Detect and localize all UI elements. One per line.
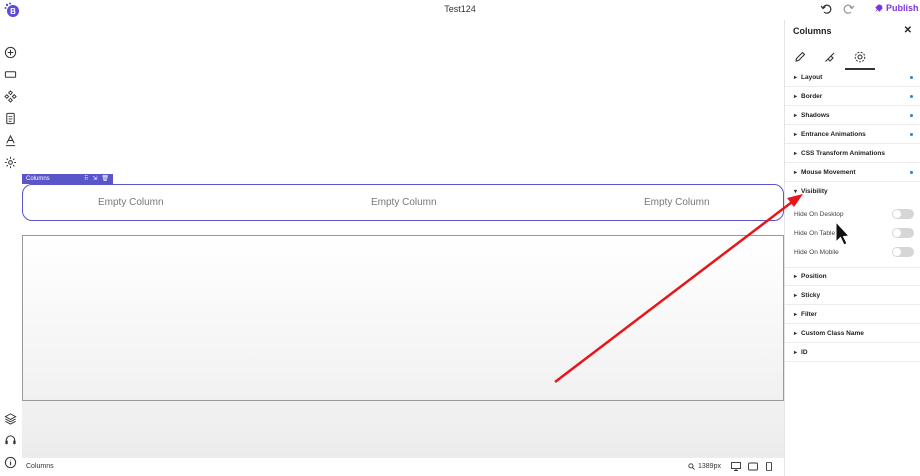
components-icon[interactable] [4, 90, 17, 103]
redo-icon[interactable] [843, 3, 855, 15]
modified-dot [910, 133, 913, 136]
section-filter-label: Filter [801, 310, 817, 318]
panel-title: Columns [793, 26, 832, 36]
page-title: Test124 [444, 4, 476, 14]
pages-icon[interactable] [4, 112, 17, 125]
rocket-icon [875, 4, 883, 12]
modified-dot [910, 76, 913, 79]
empty-column-2[interactable]: Empty Column [371, 197, 437, 208]
drag-handle-icon[interactable]: ⠿ [84, 175, 88, 182]
section-layout-label: Layout [801, 73, 823, 81]
collapse-icon[interactable]: ⇲ [92, 175, 97, 182]
section-entrance-animations[interactable]: Entrance Animations [785, 125, 920, 144]
search-icon [688, 463, 695, 470]
section-mouse-movement[interactable]: Mouse Movement [785, 163, 920, 182]
section-css-transform-animations[interactable]: CSS Transform Animations [785, 144, 920, 163]
modified-dot [910, 171, 913, 174]
top-bar: B Test124 Publish [0, 0, 920, 20]
hide-on-desktop-row: Hide On Desktop [794, 206, 914, 222]
section-layout[interactable]: Layout [785, 68, 920, 87]
modified-dot [910, 95, 913, 98]
settings-icon[interactable] [853, 50, 867, 64]
section-visibility[interactable]: Visibility [785, 182, 920, 201]
section-css-transform-label: CSS Transform Animations [801, 149, 885, 157]
section-mouse-movement-label: Mouse Movement [801, 168, 856, 176]
close-icon[interactable]: ✕ [904, 25, 912, 36]
section-shadows[interactable]: Shadows [785, 106, 920, 125]
section-border-label: Border [801, 92, 823, 100]
edit-icon[interactable] [793, 50, 807, 64]
hide-on-tablet-label: Hide On Tablet [794, 229, 837, 237]
section-position-label: Position [801, 273, 827, 280]
breadcrumb[interactable]: Columns [26, 463, 54, 470]
section-id[interactable]: ID [785, 343, 920, 362]
publish-button[interactable]: Publish [874, 3, 919, 13]
bottom-bar: Columns 1389px [0, 458, 784, 476]
section-position[interactable]: Position [785, 267, 920, 286]
section-custom-class-label: Custom Class Name [801, 329, 864, 337]
section-custom-class-name[interactable]: Custom Class Name [785, 324, 920, 343]
section-id-label: ID [801, 348, 808, 356]
publish-label: Publish [886, 3, 919, 13]
desktop-view-icon[interactable] [731, 462, 741, 471]
style-icon[interactable] [823, 50, 837, 64]
left-toolbar [0, 20, 22, 476]
modified-dot [910, 114, 913, 117]
section-filter[interactable]: Filter [785, 305, 920, 324]
undo-icon[interactable] [820, 3, 832, 15]
section-entrance-animations-label: Entrance Animations [801, 130, 866, 138]
section-shadows-label: Shadows [801, 111, 830, 119]
empty-column-3[interactable]: Empty Column [644, 197, 710, 208]
selected-element-tag[interactable]: Columns ⠿ ⇲ 🗑 [22, 174, 113, 184]
typography-icon[interactable] [4, 134, 17, 147]
empty-container-block[interactable] [22, 235, 784, 401]
empty-column-1[interactable]: Empty Column [98, 197, 164, 208]
hide-on-desktop-toggle[interactable] [892, 209, 914, 219]
hide-on-tablet-toggle[interactable] [892, 228, 914, 238]
settings-panel: Columns ✕ Layout Border Shadows Entrance… [784, 20, 920, 476]
canvas-width[interactable]: 1389px [688, 463, 721, 470]
tablet-view-icon[interactable] [748, 462, 758, 471]
section-sticky-label: Sticky [801, 291, 821, 299]
section-border[interactable]: Border [785, 87, 920, 106]
section-visibility-label: Visibility [801, 188, 828, 195]
hide-on-mobile-row: Hide On Mobile [794, 244, 914, 260]
layers-icon[interactable] [4, 412, 17, 425]
delete-icon[interactable]: 🗑 [101, 175, 109, 182]
hide-on-mobile-toggle[interactable] [892, 247, 914, 257]
hide-on-mobile-label: Hide On Mobile [794, 248, 839, 256]
hide-on-desktop-label: Hide On Desktop [794, 210, 844, 218]
add-element-icon[interactable] [4, 46, 17, 59]
section-sticky[interactable]: Sticky [785, 286, 920, 305]
canvas-width-value: 1389px [698, 463, 721, 470]
section-icon[interactable] [4, 68, 17, 81]
selected-element-label: Columns [26, 176, 50, 182]
settings-gear-icon[interactable] [4, 156, 17, 169]
hide-on-tablet-row: Hide On Tablet [794, 225, 914, 241]
columns-block[interactable]: Empty Column Empty Column Empty Column [22, 184, 784, 221]
support-icon[interactable] [4, 434, 17, 447]
mobile-view-icon[interactable] [764, 462, 774, 471]
